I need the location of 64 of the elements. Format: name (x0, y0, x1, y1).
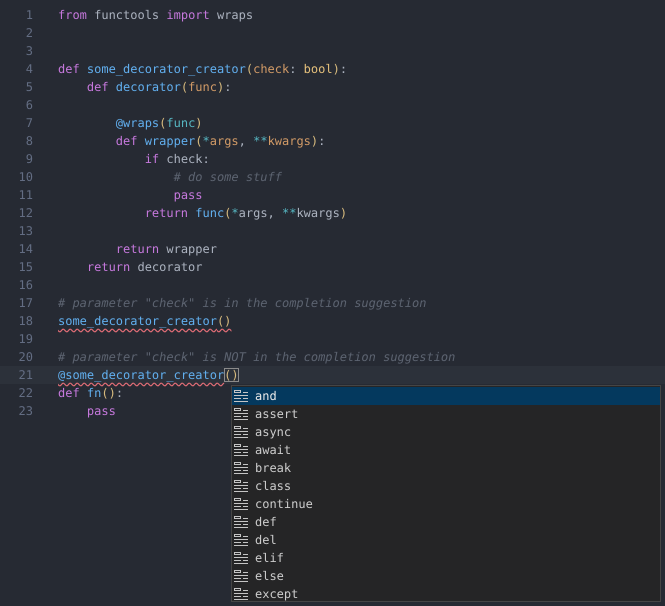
completion-item[interactable]: break (232, 459, 660, 477)
code-line: pass (174, 187, 202, 204)
code-line: some_decorator_creator() (58, 313, 232, 330)
completion-item[interactable]: class (232, 477, 660, 495)
code-line: # do some stuff (174, 169, 282, 186)
keyword-icon (234, 479, 249, 493)
completion-item[interactable]: async (232, 423, 660, 441)
code-line: from functools import wraps (58, 7, 254, 24)
completion-item[interactable]: and (232, 387, 660, 405)
keyword-icon (234, 497, 249, 511)
completion-item[interactable]: except (232, 585, 660, 603)
code-line: # parameter "check" is NOT in the completion suggestion (58, 349, 456, 366)
code-line: # parameter "check" is in the completion suggestion (58, 295, 426, 312)
completion-item[interactable]: def (232, 513, 660, 531)
keyword-icon (234, 551, 249, 565)
line-number: 23 (18, 403, 33, 420)
keyword-icon (234, 533, 249, 547)
code-line: return wrapper (116, 241, 217, 258)
line-number: 13 (18, 223, 33, 240)
keyword-icon (234, 443, 249, 457)
line-number: 11 (18, 187, 33, 204)
keyword-icon (234, 425, 249, 439)
line-number: 9 (24, 151, 33, 168)
line-number: 6 (24, 97, 33, 114)
code-line: if check: (144, 151, 210, 168)
keyword-icon (234, 569, 249, 583)
code-line: def some_decorator_creator(check: bool): (58, 61, 348, 78)
line-number: 22 (18, 385, 33, 402)
completion-item[interactable]: del (232, 531, 660, 549)
line-number: 1 (24, 7, 33, 24)
line-number: 10 (18, 169, 33, 186)
code-line: @some_decorator_creator() (58, 367, 239, 384)
line-number: 3 (24, 43, 33, 60)
code-line: def decorator(func): (86, 79, 232, 96)
line-number: 7 (24, 115, 33, 132)
code-line: return func(*args, **kwargs) (144, 205, 348, 222)
line-number: 15 (18, 259, 33, 276)
line-number: 18 (18, 313, 33, 330)
completion-item[interactable]: else (232, 567, 660, 585)
code-line: pass (86, 403, 116, 420)
completion-item[interactable]: await (232, 441, 660, 459)
line-number: 12 (18, 205, 33, 222)
line-number: 19 (18, 331, 33, 348)
line-number: 4 (24, 61, 33, 78)
keyword-icon (234, 407, 249, 421)
line-number: 21 (18, 367, 33, 384)
keyword-icon (234, 515, 249, 529)
line-number: 20 (18, 349, 33, 366)
line-number: 17 (18, 295, 33, 312)
line-number: 14 (18, 241, 33, 258)
completion-item[interactable]: elif (232, 549, 660, 567)
keyword-icon (234, 389, 249, 403)
code-line: def fn(): (58, 385, 124, 402)
code-line: @wraps(func) (116, 115, 203, 132)
keyword-icon (234, 461, 249, 475)
line-number: 8 (24, 133, 33, 150)
code-line: return decorator (86, 259, 202, 276)
completion-item[interactable]: continue (232, 495, 660, 513)
line-number: 5 (24, 79, 33, 96)
line-number: 16 (18, 277, 33, 294)
completion-item[interactable]: assert (232, 405, 660, 423)
code-line: def wrapper(*args, **kwargs): (116, 133, 326, 150)
keyword-icon (234, 587, 249, 601)
line-number: 2 (24, 25, 33, 42)
